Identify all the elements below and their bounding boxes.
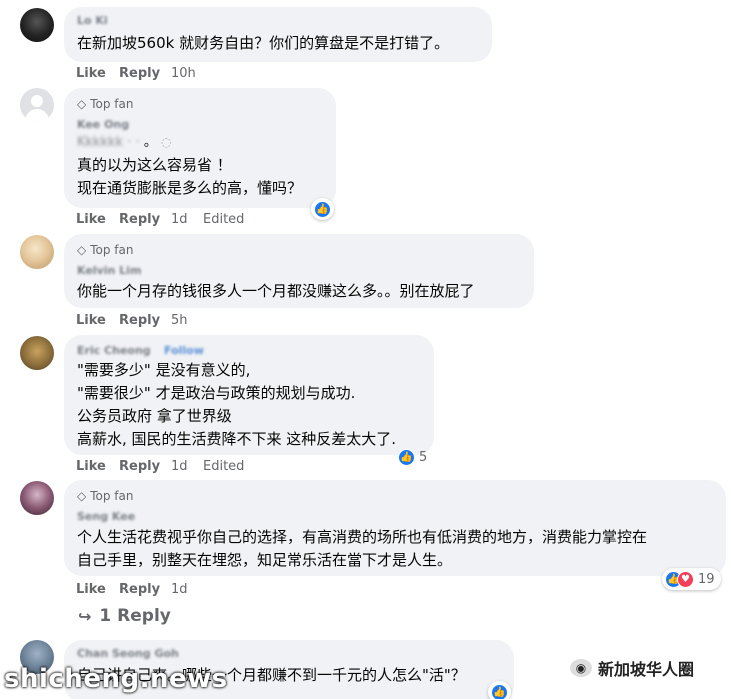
- reaction-summary[interactable]: 👍 ♥ 19: [662, 568, 721, 590]
- comment-author[interactable]: Kee Ong: [77, 118, 129, 131]
- reply-button[interactable]: Reply: [119, 582, 160, 597]
- reaction-summary[interactable]: 👍: [311, 198, 334, 220]
- timestamp[interactable]: 10h: [171, 66, 196, 81]
- edited-label: Edited: [203, 212, 245, 227]
- comment-bubble: ◇ Top fan Kelvin Lim 你能一个月存的钱很多人一个月都没赚这么多…: [64, 234, 534, 308]
- avatar[interactable]: [20, 336, 54, 370]
- comment-text: "需要多少" 是没有意义的,: [77, 361, 251, 379]
- comment-text: 个人生活花费视乎你自己的选择，有高消费的场所也有低消费的地方，消费能力掌控在: [77, 528, 648, 546]
- comment-author[interactable]: Kelvin Lim: [77, 264, 141, 277]
- like-button[interactable]: Like: [76, 313, 106, 328]
- timestamp[interactable]: 1d: [171, 459, 188, 474]
- diamond-icon: ◇: [77, 489, 87, 503]
- comment-author[interactable]: Lo Ki: [77, 14, 108, 27]
- avatar[interactable]: [20, 88, 54, 122]
- comment-text: 高薪水, 国民的生活费降不下来 这种反差太大了.: [77, 430, 397, 448]
- comment-author[interactable]: Eric Cheong: [77, 344, 151, 357]
- comment-text: Kkkkkk · · 。 ◌: [77, 135, 172, 150]
- comment-text: 在新加坡560k 就财务自由？你们的算盘是不是打错了。: [77, 34, 450, 52]
- like-button[interactable]: Like: [76, 582, 106, 597]
- comment-bubble: Lo Ki 在新加坡560k 就财务自由？你们的算盘是不是打错了。: [64, 7, 492, 62]
- site-watermark: shicheng.news: [4, 664, 228, 694]
- comment-bubble: Eric Cheong Follow "需要多少" 是没有意义的, "需要很少"…: [64, 335, 434, 455]
- comment-bubble: ◇ Top fan Kee Ong Kkkkkk · · 。 ◌ 真的以为这么容易…: [64, 88, 336, 208]
- comment-bubble: ◇ Top fan Seng Kee 个人生活花费视乎你自己的选择，有高消费的场所…: [64, 480, 726, 576]
- wechat-icon: ◉: [570, 659, 592, 677]
- emoji-icon: ◌: [161, 135, 172, 149]
- reply-button[interactable]: Reply: [119, 313, 160, 328]
- reply-button[interactable]: Reply: [119, 212, 160, 227]
- avatar[interactable]: [20, 8, 54, 42]
- like-button[interactable]: Like: [76, 459, 106, 474]
- comment-text: 你能一个月存的钱很多人一个月都没赚这么多。。别在放屁了: [77, 282, 475, 300]
- diamond-icon: ◇: [77, 243, 87, 257]
- top-fan-badge: ◇ Top fan: [77, 489, 134, 503]
- diamond-icon: ◇: [77, 97, 87, 111]
- comment-author[interactable]: Seng Kee: [77, 510, 135, 523]
- avatar[interactable]: [20, 235, 54, 269]
- love-reaction-icon: ♥: [677, 570, 694, 588]
- like-button[interactable]: Like: [76, 212, 106, 227]
- comment-text: 自己手里，别整天在埋怨，知足常乐活在當下才是人生。: [77, 551, 453, 569]
- reaction-summary[interactable]: 👍 5: [395, 446, 433, 468]
- comment-author[interactable]: Chan Seong Goh: [77, 647, 179, 660]
- avatar[interactable]: [20, 481, 54, 515]
- edited-label: Edited: [203, 459, 245, 474]
- follow-button[interactable]: Follow: [164, 344, 204, 357]
- reply-button[interactable]: Reply: [119, 459, 160, 474]
- comment-text: 真的以为这么容易省 ！: [77, 156, 232, 174]
- like-reaction-icon: 👍: [314, 200, 331, 218]
- comment-text: "需要很少" 才是政治与政策的规划与成功.: [77, 384, 356, 402]
- reaction-count: 19: [698, 571, 715, 587]
- comment-text: 公务员政府 拿了世界级: [77, 407, 232, 425]
- timestamp[interactable]: 5h: [171, 313, 188, 328]
- timestamp[interactable]: 1d: [171, 582, 188, 597]
- reply-button[interactable]: Reply: [119, 66, 160, 81]
- reaction-count: 5: [419, 449, 428, 465]
- view-replies-button[interactable]: ↪ 1 Reply: [78, 606, 171, 626]
- like-reaction-icon: 👍: [398, 448, 415, 466]
- reply-arrow-icon: ↪: [78, 606, 92, 626]
- like-reaction-icon: 👍: [491, 683, 508, 699]
- top-fan-badge: ◇ Top fan: [77, 97, 134, 111]
- like-button[interactable]: Like: [76, 66, 106, 81]
- comment-text: 现在通货膨胀是多么的高，懂吗？: [77, 179, 303, 197]
- top-fan-badge: ◇ Top fan: [77, 243, 134, 257]
- wechat-watermark: ◉ 新加坡华人圈: [570, 656, 694, 680]
- reaction-summary[interactable]: 👍: [488, 681, 511, 699]
- timestamp[interactable]: 1d: [171, 212, 188, 227]
